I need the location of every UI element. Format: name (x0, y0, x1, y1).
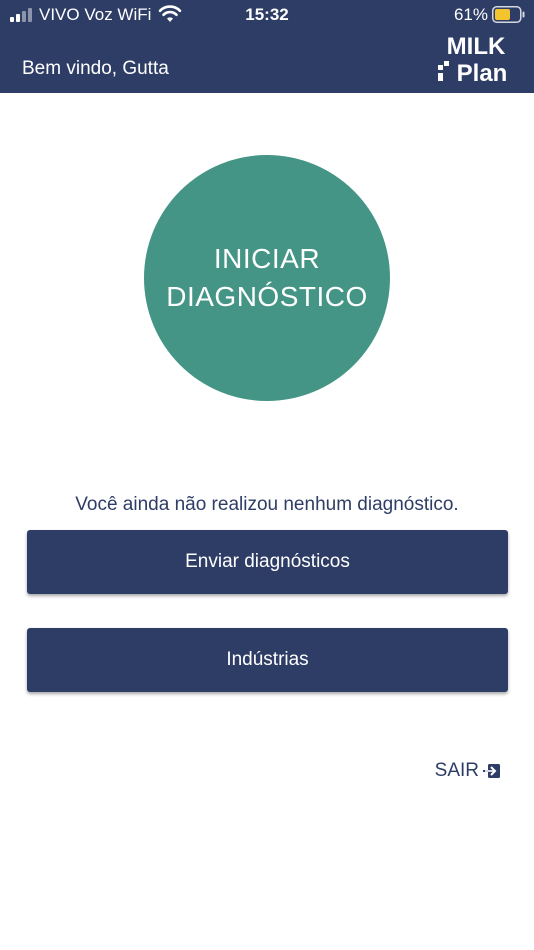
svg-text:MILK: MILK (447, 33, 506, 60)
no-diagnosis-message: Você ainda não realizou nenhum diagnósti… (75, 494, 459, 515)
start-diagnosis-line2: DIAGNÓSTICO (166, 281, 368, 312)
sign-out-icon (483, 764, 500, 778)
start-diagnosis-line1: INICIAR (213, 243, 321, 274)
logout-label: SAIR (434, 760, 479, 781)
industries-button[interactable]: Indústrias (27, 628, 508, 692)
send-diagnoses-button[interactable]: Enviar diagnósticos (27, 530, 508, 594)
start-diagnosis-button[interactable]: INICIAR DIAGNÓSTICO (144, 155, 390, 401)
milkplan-logo: MILK Plan (438, 33, 508, 83)
logout-button[interactable]: SAIR (435, 760, 501, 782)
industries-label: Indústrias (226, 649, 309, 670)
battery-icon (492, 6, 525, 23)
welcome-text: Bem vindo, Gutta (22, 58, 169, 79)
app-header: VIVO Voz WiFi 15:32 61% Bem vindo, Gutta… (0, 0, 534, 93)
status-bar: VIVO Voz WiFi 15:32 61% (0, 0, 534, 32)
svg-text:Plan: Plan (457, 60, 508, 83)
send-diagnoses-label: Enviar diagnósticos (185, 551, 350, 572)
battery-percent: 61% (453, 5, 488, 24)
